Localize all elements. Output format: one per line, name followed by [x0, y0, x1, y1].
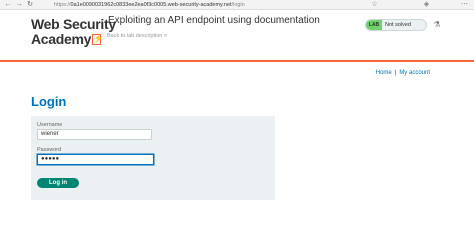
- url-prefix: https://: [54, 2, 71, 8]
- lab-status-badge: LAB Not solved: [365, 19, 427, 31]
- browser-toolbar: ← → ↻ https://0a1e0090031962c0833ee2ea0f…: [0, 0, 474, 10]
- lab-status-text: Not solved: [385, 22, 411, 28]
- bookmark-star-icon[interactable]: ☆: [370, 0, 379, 9]
- lab-tag: LAB: [366, 20, 382, 30]
- account-nav: Home | My account: [376, 70, 430, 76]
- page-title: Login: [31, 94, 67, 109]
- logo-bolt-icon: ⚡: [92, 34, 103, 45]
- web-security-academy-logo[interactable]: Web Security Academy ⚡: [31, 16, 116, 51]
- back-arrow-icon[interactable]: ←: [3, 1, 13, 9]
- home-link[interactable]: Home: [376, 70, 392, 76]
- lab-header: Web Security Academy ⚡ Exploiting an API …: [0, 10, 474, 60]
- nav-separator: |: [394, 70, 397, 76]
- password-label: Password: [37, 147, 62, 153]
- back-to-lab-description-link[interactable]: Back to lab description »: [107, 33, 170, 39]
- logo-text-line2: Academy ⚡: [31, 32, 105, 47]
- forward-arrow-icon[interactable]: →: [14, 1, 24, 9]
- extensions-icon[interactable]: ⋯: [460, 0, 469, 9]
- logo-text-academy: Academy: [31, 31, 92, 47]
- username-label: Username: [37, 122, 63, 128]
- logo-text-line1: Web Security: [31, 16, 116, 32]
- double-chevron-icon: »: [163, 33, 168, 39]
- url-path: /login: [231, 2, 245, 8]
- back-to-lab-label: Back to lab description: [107, 33, 163, 39]
- username-field[interactable]: wiener: [37, 129, 152, 140]
- shield-icon[interactable]: ◈: [422, 0, 431, 9]
- flask-icon: ⚗: [433, 20, 441, 29]
- login-button[interactable]: Log in: [37, 178, 79, 188]
- login-form: Username wiener Password ●●●●● Log in: [31, 116, 275, 200]
- lab-title: Exploiting an API endpoint using documen…: [108, 15, 320, 26]
- header-divider: [0, 60, 474, 62]
- url-host: 0a1e0090031962c0833ee2ea0f3c0005.web-sec…: [70, 2, 232, 8]
- reload-icon[interactable]: ↻: [25, 1, 35, 9]
- logo-bolt-glyph: ⚡: [93, 34, 103, 43]
- password-field[interactable]: ●●●●●: [37, 154, 154, 165]
- address-bar[interactable]: https://0a1e0090031962c0833ee2ea0f3c0005…: [54, 1, 245, 9]
- my-account-link[interactable]: My account: [399, 70, 430, 76]
